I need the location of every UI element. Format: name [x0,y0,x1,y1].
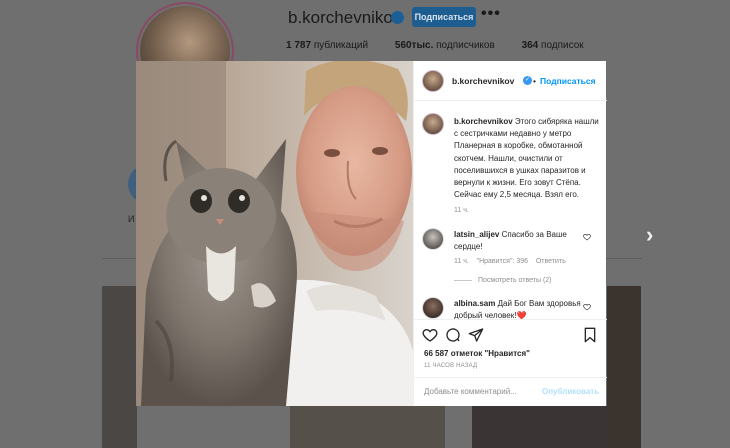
author-avatar[interactable] [422,70,444,92]
commenter-avatar[interactable] [422,228,444,250]
share-icon[interactable] [468,327,484,343]
view-replies[interactable]: Посмотреть ответы (2) [454,277,552,284]
comment-1-reply[interactable]: Ответить [536,258,566,265]
comment-icon[interactable] [445,327,461,343]
posted-time[interactable]: 11 ЧАСОВ НАЗАД [424,363,477,369]
comment-input[interactable]: Добавьте комментарий... [424,387,517,396]
caption-username[interactable]: b.korchevnikov [454,117,513,126]
next-arrow-icon[interactable]: › [646,222,653,248]
publish-button[interactable]: Опубликовать [542,387,599,396]
author-username[interactable]: b.korchevnikov [452,76,514,86]
comment-form: Добавьте комментарий... Опубликовать [414,377,607,407]
verified-icon [391,11,404,24]
caption-time[interactable]: 11 ч. [454,207,469,214]
header-separator: • [533,76,536,86]
post-details-panel: b.korchevnikov ✓ • Подписаться b.korchev… [413,61,607,406]
post-header: b.korchevnikov ✓ • Подписаться [414,61,607,101]
stat-following: 364 подписок [521,40,584,51]
heart-icon[interactable] [422,327,438,343]
profile-follow-button: Подписаться [412,7,476,27]
caption-text: Этого сибяряка нашли с сестричками недав… [454,117,599,200]
commenter-avatar[interactable] [422,297,444,319]
comment-1-username[interactable]: latsin_alijev [454,230,499,239]
stat-followers: 560тыс. подписчиков [394,40,495,51]
likes-count[interactable]: 66 587 отметок "Нравится" [424,349,530,358]
bookmark-icon[interactable] [582,327,598,343]
stat-posts: 1 787 публикаций [286,40,369,51]
comment-1-time[interactable]: 11 ч. [454,258,469,265]
grid-tile [472,406,607,448]
story-highlight-label: И [128,214,135,224]
more-icon: ••• [481,5,501,22]
comment-1-meta: 11 ч. "Нравится": 396 Ответить [454,258,566,265]
replies-dash [454,279,472,281]
comment-1-likes[interactable]: "Нравится": 396 [477,258,528,265]
comment-2-username[interactable]: albina.sam [454,299,495,308]
comment-like-heart-icon[interactable] [583,233,591,241]
profile-stats: 1 787 публикаций 560тыс. подписчиков 364… [286,40,608,51]
caption-avatar[interactable] [422,113,444,135]
profile-username: b.korchevnikov [288,8,402,27]
header-follow-button[interactable]: Подписаться [540,76,596,86]
post-actions: 66 587 отметок "Нравится" 11 ЧАСОВ НАЗАД… [414,319,607,406]
verified-icon: ✓ [523,76,532,85]
comment-like-heart-icon[interactable] [583,303,591,311]
post-photo[interactable] [136,61,413,406]
grid-tile [102,286,137,448]
comment-1: latsin_alijev Спасибо за Ваше сердце! [454,229,584,253]
post-modal: b.korchevnikov ✓ • Подписаться b.korchev… [136,61,607,406]
grid-tile [607,286,641,448]
grid-tile [290,406,445,448]
post-photo-image [136,61,413,406]
post-caption: b.korchevnikov Этого сибяряка нашли с се… [454,116,604,201]
